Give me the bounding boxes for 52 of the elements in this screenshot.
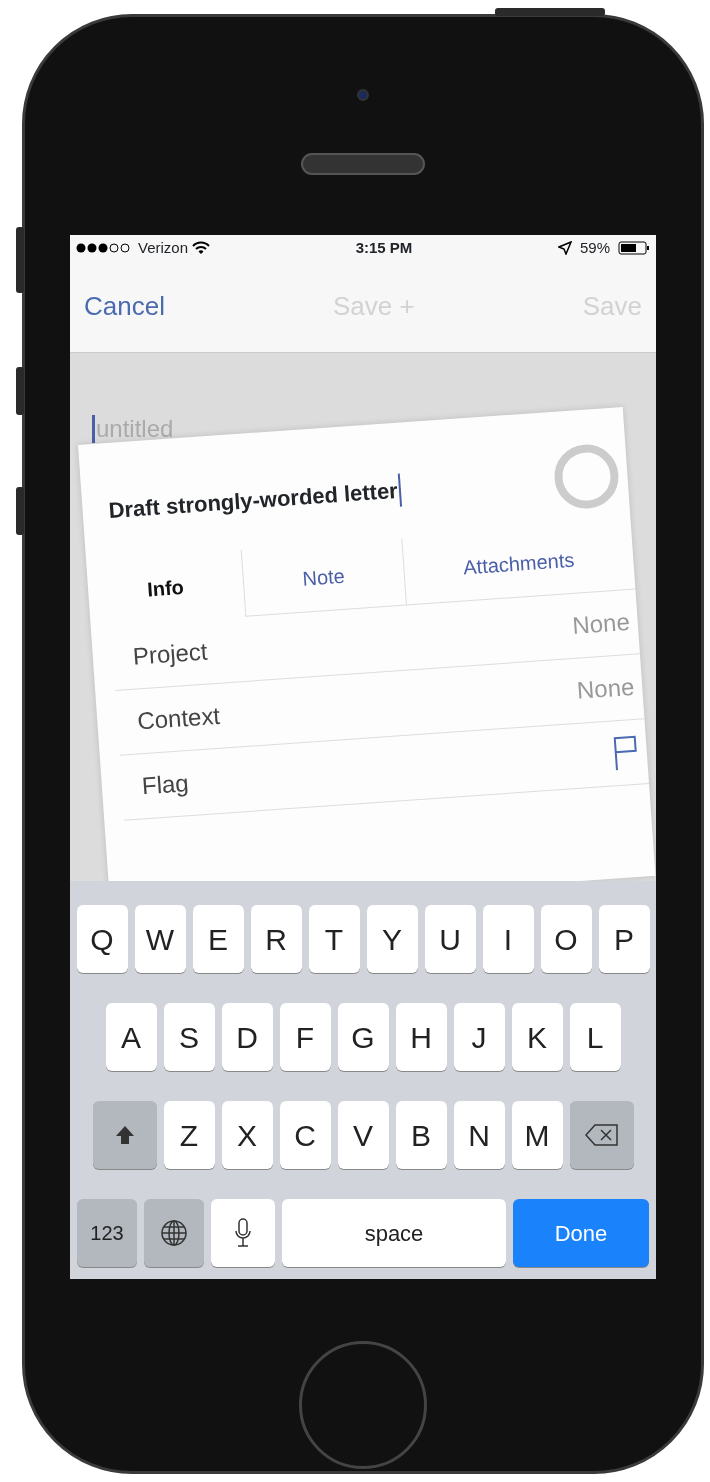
key[interactable]: D — [221, 1003, 273, 1071]
key[interactable]: C — [279, 1101, 331, 1169]
microphone-icon — [234, 1217, 252, 1249]
field-label: Flag — [140, 768, 190, 802]
key[interactable]: J — [453, 1003, 505, 1071]
tab[interactable]: Attachments — [401, 522, 636, 606]
battery-icon — [618, 241, 650, 255]
delete-icon — [584, 1124, 619, 1146]
tab[interactable]: Note — [240, 538, 406, 617]
done-key[interactable]: Done — [513, 1199, 649, 1267]
key[interactable]: N — [453, 1101, 505, 1169]
key[interactable]: R — [250, 905, 302, 973]
key[interactable]: X — [221, 1101, 273, 1169]
key[interactable]: Y — [366, 905, 418, 973]
key[interactable]: E — [192, 905, 244, 973]
camera-lens — [357, 89, 369, 101]
key[interactable]: T — [308, 905, 360, 973]
key[interactable]: G — [337, 1003, 389, 1071]
key[interactable]: L — [569, 1003, 621, 1071]
delete-key[interactable] — [569, 1101, 634, 1169]
field-label: Project — [131, 636, 209, 672]
key[interactable]: V — [337, 1101, 389, 1169]
globe-icon — [160, 1219, 188, 1247]
shift-key[interactable] — [92, 1101, 157, 1169]
numbers-key[interactable]: 123 — [77, 1199, 137, 1267]
key[interactable]: S — [163, 1003, 215, 1071]
task-title-field[interactable]: Draft strongly-worded letter — [107, 473, 402, 527]
shift-icon — [113, 1124, 136, 1146]
key[interactable]: M — [511, 1101, 563, 1169]
key[interactable]: F — [279, 1003, 331, 1071]
wifi-icon — [192, 241, 211, 255]
key[interactable]: A — [105, 1003, 157, 1071]
key[interactable]: O — [540, 905, 592, 973]
location-arrow-icon — [557, 241, 572, 255]
cancel-button[interactable]: Cancel — [84, 287, 165, 326]
flag-icon[interactable] — [611, 733, 640, 772]
key[interactable]: K — [511, 1003, 563, 1071]
key[interactable]: P — [598, 905, 650, 973]
key[interactable]: Q — [76, 905, 128, 973]
battery-percent: 59% — [579, 237, 610, 258]
key[interactable]: I — [482, 905, 534, 973]
carrier-name: Verizon — [138, 237, 189, 258]
globe-key[interactable] — [144, 1199, 204, 1267]
status-time: 3:15 PM — [355, 237, 413, 258]
field-label: Context — [136, 700, 222, 737]
space-bar[interactable]: space — [282, 1199, 506, 1267]
key[interactable]: Z — [163, 1101, 215, 1169]
key[interactable]: H — [395, 1003, 447, 1071]
microphone-key[interactable] — [211, 1199, 275, 1267]
key[interactable]: B — [395, 1101, 447, 1169]
key[interactable]: U — [424, 905, 476, 973]
key[interactable]: W — [134, 905, 186, 973]
